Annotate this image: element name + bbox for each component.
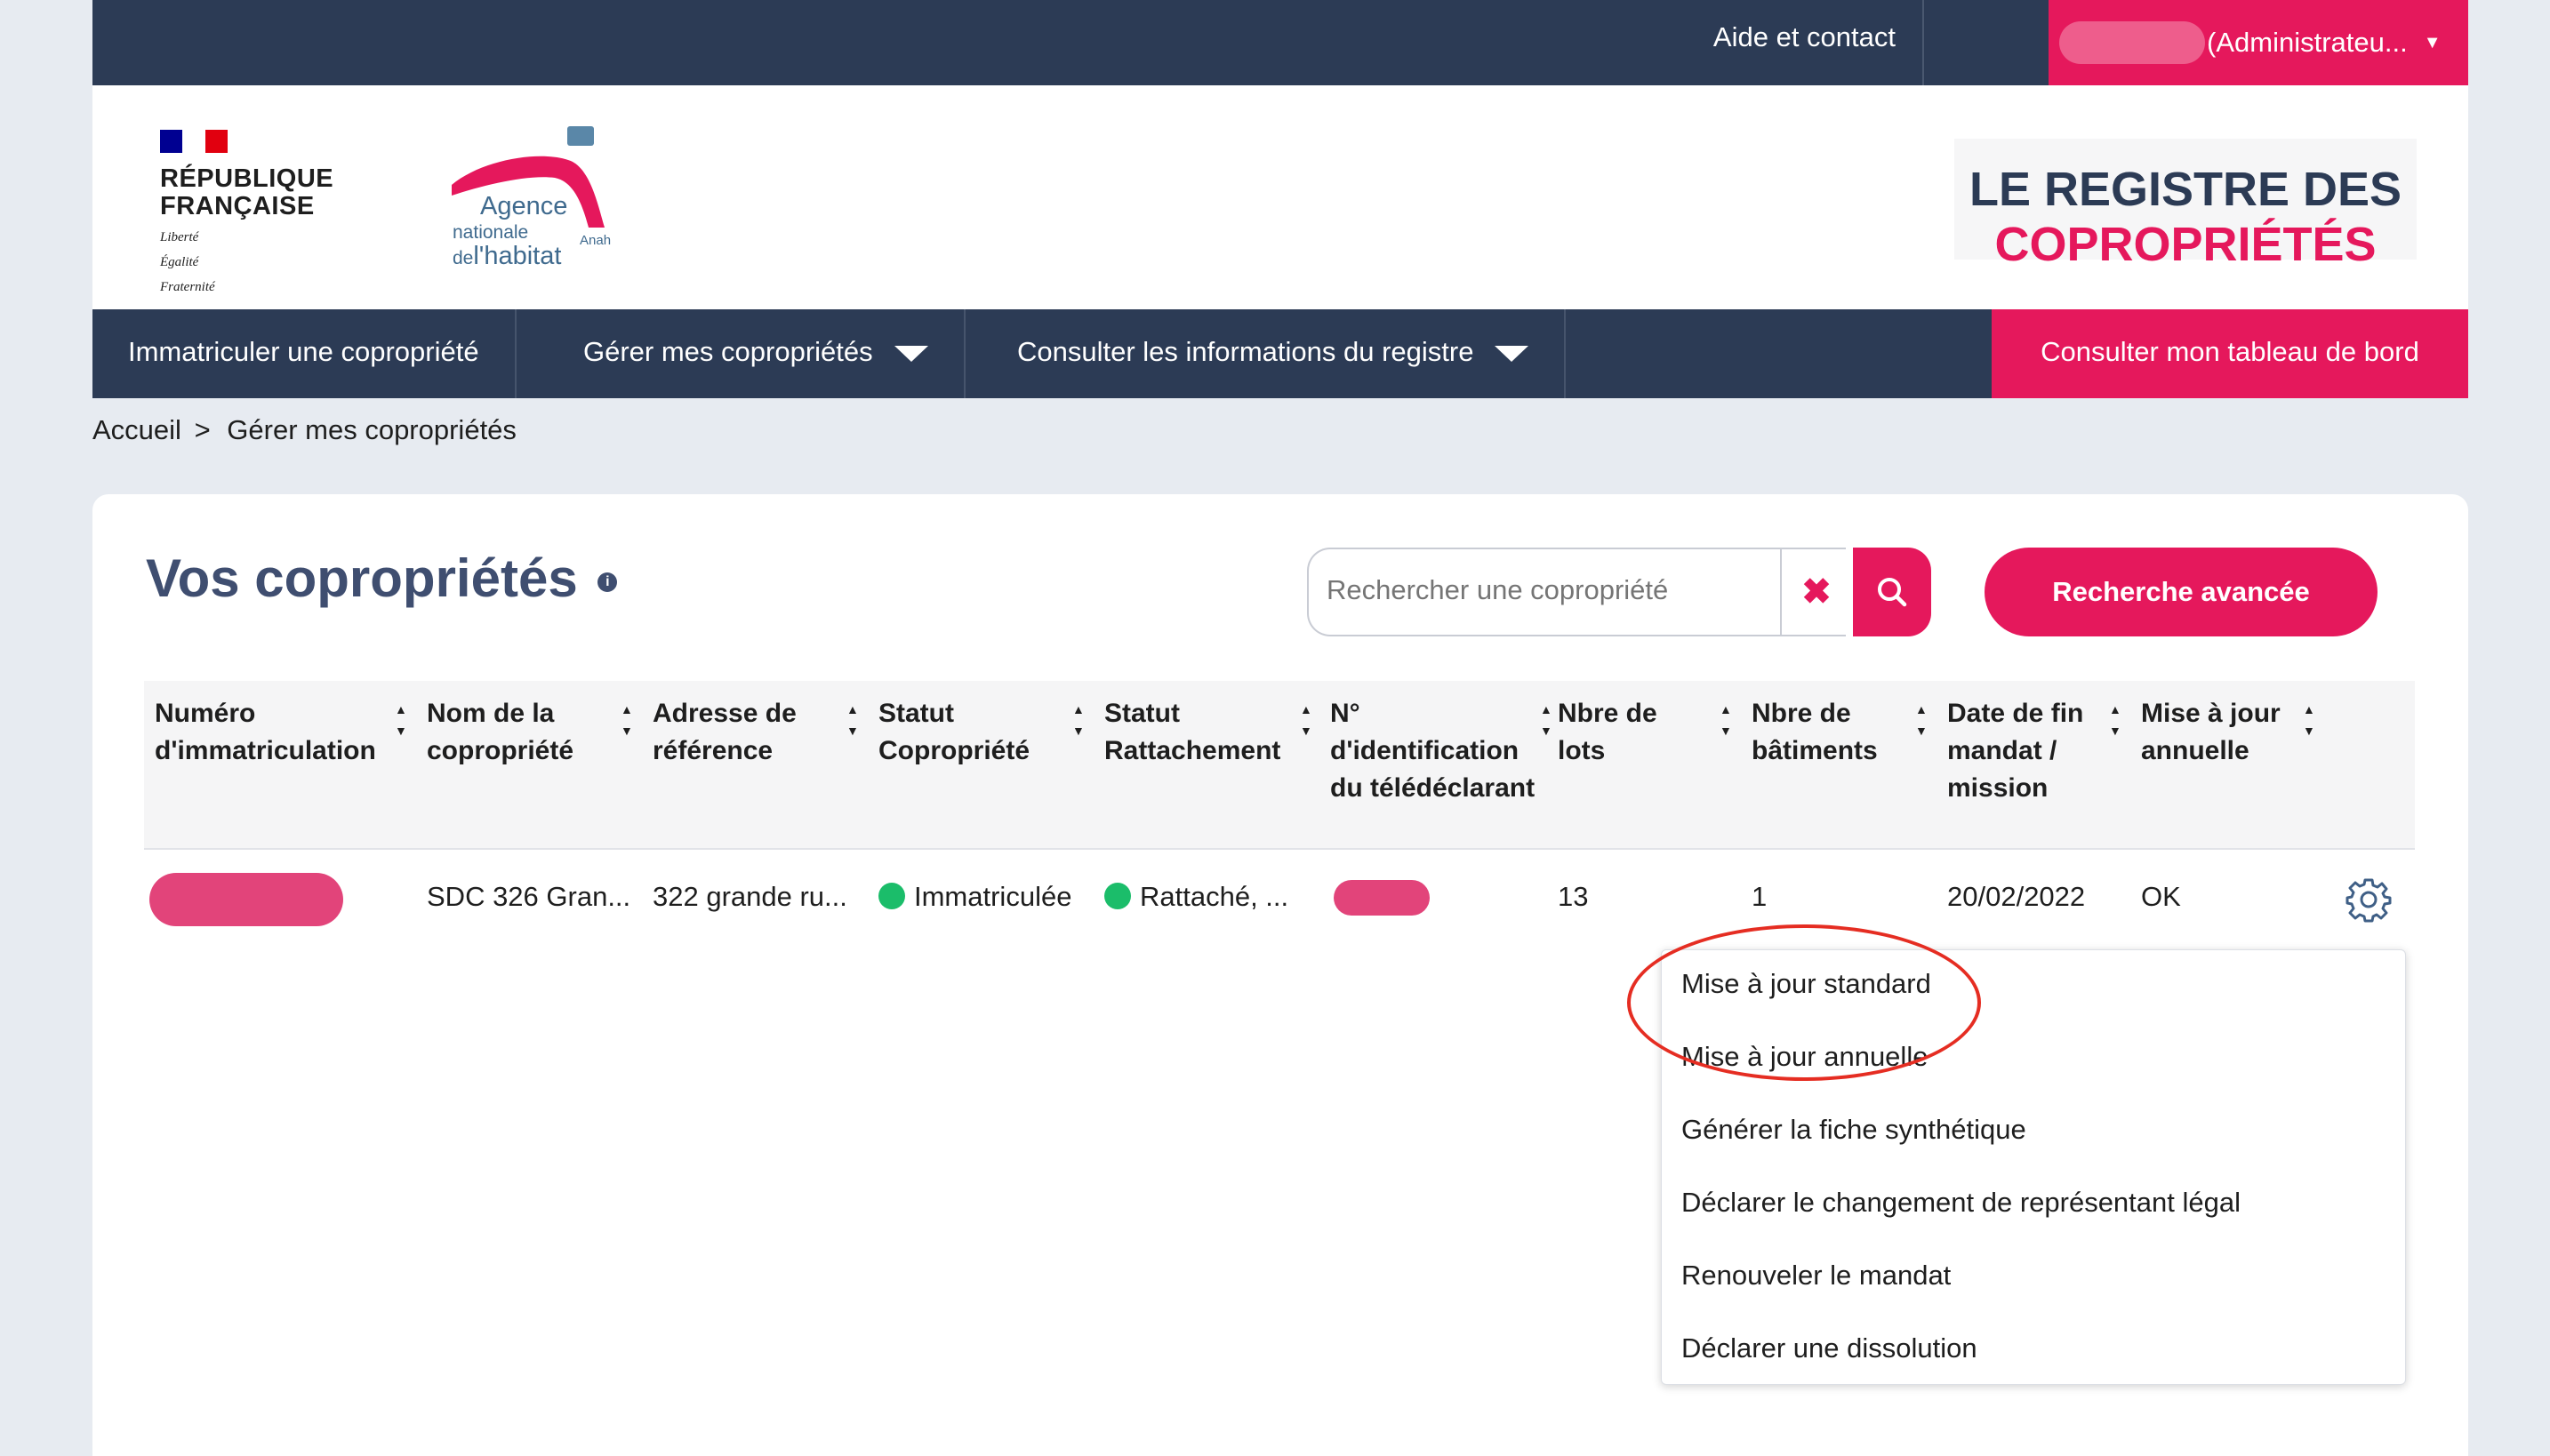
nav-consulter-label: Consulter les informations du registre (1017, 336, 1474, 367)
th-date[interactable]: Date de fin mandat / mission (1947, 695, 2116, 807)
rf-line-1: RÉPUBLIQUE (160, 164, 334, 193)
table-header: Numéro d'immatriculation ▲ ▼ Nom de la co… (144, 681, 2415, 850)
anah-logo[interactable]: Agence nationale del'habitat Anah (448, 123, 626, 274)
cell-batiments: 1 (1752, 881, 1768, 912)
cell-date: 20/02/2022 (1947, 881, 2086, 912)
search-icon (1878, 578, 1907, 607)
cell-statut: Immatriculée (878, 878, 1071, 916)
anah-habitat-text: l'habitat (473, 242, 562, 270)
cell-nom[interactable]: SDC 326 Gran... (427, 878, 630, 916)
anah-agence: Agence (480, 192, 568, 220)
devise-fraternite: Fraternité (160, 280, 215, 294)
help-contact-link[interactable]: Aide et contact (1687, 0, 1924, 85)
menu-item-renouveler[interactable]: Renouveler le mandat (1681, 1260, 1951, 1292)
status-dot-icon (878, 883, 905, 909)
th-rattachement[interactable]: Statut Rattachement (1104, 695, 1327, 770)
breadcrumb-current: Gérer mes copropriétés (227, 414, 517, 445)
anah-acronym: Anah (580, 233, 612, 248)
registre-logo[interactable]: LE REGISTRE DES COPROPRIÉTÉS (1954, 139, 2417, 271)
th-batiments[interactable]: Nbre de bâtiments (1752, 695, 1921, 770)
th-maj[interactable]: Mise à jour annuelle (2141, 695, 2310, 770)
advanced-search-button[interactable]: Recherche avancée (1985, 548, 2378, 636)
sort-icon[interactable]: ▲ ▼ (395, 699, 407, 741)
nav-immatriculer[interactable]: Immatriculer une copropriété (92, 309, 517, 398)
info-icon[interactable]: i (597, 572, 618, 593)
nav-immatriculer-label: Immatriculer une copropriété (128, 336, 479, 367)
cell-rattachement-text: Rattaché, ... (1140, 881, 1289, 912)
anah-habitat: del'habitat (453, 242, 561, 271)
cell-maj: OK (2141, 881, 2181, 912)
th-statut[interactable]: Statut Copropriété (878, 695, 1065, 770)
th-identification[interactable]: N° d'identification du télédéclarant (1330, 695, 1544, 807)
cell-lots: 13 (1558, 881, 1589, 912)
devise-egalite: Égalité (160, 255, 199, 269)
sort-icon[interactable]: ▲ ▼ (621, 699, 633, 741)
th-numero[interactable]: Numéro d'immatriculation (155, 695, 395, 770)
clear-icon[interactable]: ✖ (1780, 549, 1851, 635)
sort-icon[interactable]: ▲ ▼ (1072, 699, 1085, 741)
sort-icon[interactable]: ▲ ▼ (1915, 699, 1928, 741)
sort-icon[interactable]: ▲ ▼ (2303, 699, 2315, 741)
account-menu-button[interactable]: (Administrateu... ▼ (2049, 0, 2468, 85)
sort-icon[interactable]: ▲ ▼ (1300, 699, 1312, 741)
nav-gerer-label: Gérer mes copropriétés (583, 336, 873, 367)
page-title-text: Vos copropriétés (146, 548, 578, 608)
cell-adresse: 322 grande ru... (653, 881, 847, 912)
page-title: Vos copropriétés i (146, 548, 618, 609)
dashboard-button[interactable]: Consulter mon tableau de bord (1992, 309, 2468, 398)
annotation-circle (1627, 924, 1981, 1081)
breadcrumb-separator: > (194, 414, 211, 445)
gear-icon[interactable] (2346, 876, 2392, 923)
sort-icon[interactable]: ▲ ▼ (1540, 699, 1552, 741)
menu-item-fiche-synthetique[interactable]: Générer la fiche synthétique (1681, 1114, 2026, 1146)
breadcrumb-home[interactable]: Accueil (92, 414, 181, 445)
user-name-redacted (2059, 21, 2205, 64)
rf-line-2: FRANÇAISE (160, 192, 315, 220)
sort-icon[interactable]: ▲ ▼ (1720, 699, 1732, 741)
sort-icon[interactable]: ▲ ▼ (2109, 699, 2121, 741)
th-adresse[interactable]: Adresse de référence (653, 695, 839, 770)
caret-down-icon: ▼ (2423, 32, 2442, 52)
search-button[interactable] (1853, 548, 1931, 636)
anah-nationale: nationale (453, 222, 529, 243)
table-row[interactable]: SDC 326 Gran... 322 grande ru... Immatri… (144, 852, 2415, 946)
registre-line-1: LE REGISTRE DES (1969, 163, 2402, 216)
nav-consulter[interactable]: Consulter les informations du registre (982, 309, 1567, 398)
search-box: ✖ (1307, 548, 1846, 636)
sort-icon[interactable]: ▲ ▼ (846, 699, 859, 741)
status-dot-icon (1104, 883, 1131, 909)
cell-statut-text: Immatriculée (914, 881, 1072, 912)
registre-line-2: COPROPRIÉTÉS (1994, 218, 2377, 271)
top-bar: Aide et contact (Administrateu... ▼ (92, 0, 2468, 85)
menu-item-representant[interactable]: Déclarer le changement de représentant l… (1681, 1187, 2241, 1219)
account-label: (Administrateu... (2207, 27, 2408, 58)
breadcrumb: Accueil > Gérer mes copropriétés (92, 414, 517, 446)
numero-redacted (149, 873, 343, 926)
nav-gerer[interactable]: Gérer mes copropriétés (548, 309, 966, 398)
chevron-down-icon (1495, 345, 1529, 362)
th-nom[interactable]: Nom de la copropriété (427, 695, 613, 770)
chevron-down-icon (894, 345, 928, 362)
marianne-flag-icon (160, 130, 228, 153)
identification-redacted (1334, 880, 1430, 916)
republique-francaise-logo[interactable]: RÉPUBLIQUE FRANÇAISE Liberté Égalité Fra… (160, 130, 333, 295)
menu-item-dissolution[interactable]: Déclarer une dissolution (1681, 1332, 1977, 1364)
search-input[interactable] (1309, 549, 1771, 631)
th-lots[interactable]: Nbre de lots (1558, 695, 1691, 770)
cell-rattachement: Rattaché, ... (1104, 878, 1288, 916)
anah-de: de (453, 248, 474, 268)
main-nav: Immatriculer une copropriété Gérer mes c… (92, 309, 2468, 398)
devise-liberte: Liberté (160, 230, 199, 244)
site-header: RÉPUBLIQUE FRANÇAISE Liberté Égalité Fra… (92, 85, 2468, 309)
